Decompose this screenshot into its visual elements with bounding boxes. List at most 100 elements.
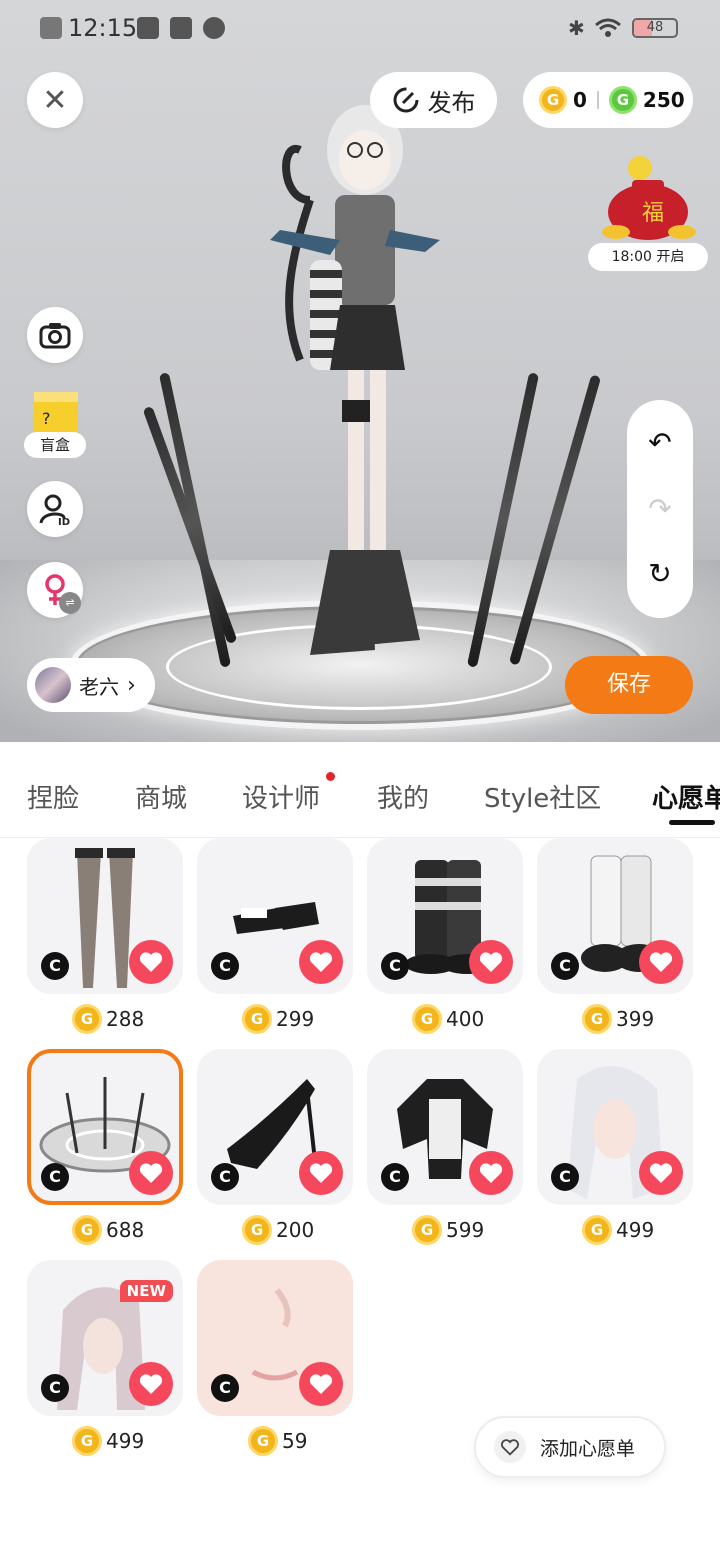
item-price: G 499 [582, 1215, 654, 1245]
wishlist-heart-button[interactable] [299, 1362, 343, 1406]
tab-style-community[interactable]: Style社区 [484, 778, 601, 815]
heart-icon [479, 952, 503, 972]
heart-icon [309, 1163, 333, 1183]
blind-box-label[interactable]: 盲盒 [24, 432, 86, 458]
gold-coin-icon: G [242, 1004, 272, 1034]
battery-icon: 48 [632, 18, 678, 38]
status-bar: 12:15 ✱ 48 [0, 0, 720, 56]
heart-icon [479, 1163, 503, 1183]
heart-icon [309, 952, 333, 972]
add-wishlist-button[interactable]: 添加心愿单 [474, 1416, 666, 1478]
creator-badge-icon: C [41, 1163, 69, 1191]
camera-button[interactable] [27, 307, 83, 363]
item-price: G 499 [72, 1426, 144, 1456]
status-time: 12:15 [68, 14, 138, 42]
tab-designer[interactable]: 设计师 [242, 778, 320, 815]
publish-button[interactable]: 发布 [370, 72, 497, 128]
user-profile-pill[interactable]: 老六 › [27, 658, 155, 712]
wifi-icon [594, 17, 622, 39]
creator-badge-icon: C [41, 1374, 69, 1402]
redo-icon[interactable]: ↷ [644, 493, 676, 525]
tab-shop[interactable]: 商城 [135, 778, 187, 815]
gold-coin-icon: G [412, 1004, 442, 1034]
svg-text:福: 福 [642, 201, 664, 226]
item-price: G 200 [242, 1215, 314, 1245]
item-price: G 59 [248, 1426, 307, 1456]
gold-coin-icon: G [72, 1215, 102, 1245]
notification-dot [326, 772, 335, 781]
item-card[interactable]: NEW C [27, 1260, 183, 1416]
close-notification-icon [40, 17, 62, 39]
creator-badge-icon: C [381, 1163, 409, 1191]
publish-icon [393, 87, 418, 113]
tab-wishlist[interactable]: 心愿单 [652, 778, 720, 815]
wishlist-heart-button[interactable] [299, 1151, 343, 1195]
new-badge: NEW [119, 1280, 173, 1302]
wishlist-heart-button[interactable] [469, 1151, 513, 1195]
wishlist-heart-button[interactable] [299, 940, 343, 984]
gold-coin-icon: G [412, 1215, 442, 1245]
item-price: G 400 [412, 1004, 484, 1034]
publish-label: 发布 [427, 88, 476, 117]
creator-badge-icon: C [551, 1163, 579, 1191]
item-card[interactable]: C [197, 1260, 353, 1416]
gold-coin-icon: G [248, 1426, 278, 1456]
category-tabs: 捏脸 商城 设计师 我的 Style社区 心愿单 [0, 742, 720, 838]
avatar-id-button[interactable]: ID [27, 481, 83, 537]
item-card[interactable]: C [197, 838, 353, 994]
save-button[interactable]: 保存 [565, 656, 693, 714]
gold-coin-icon: G [72, 1426, 102, 1456]
chevron-right-icon: › [127, 672, 136, 698]
creator-badge-icon: C [211, 1374, 239, 1402]
wishlist-heart-button[interactable] [129, 940, 173, 984]
lucky-bag-time: 18:00 开启 [588, 243, 708, 271]
user-name: 老六 [79, 674, 119, 699]
heart-icon [309, 1374, 333, 1394]
item-card[interactable]: C [367, 838, 523, 994]
item-card[interactable]: C [537, 838, 693, 994]
item-price: G 288 [72, 1004, 144, 1034]
item-card-selected[interactable]: C [27, 1049, 183, 1205]
wishlist-heart-button[interactable] [469, 940, 513, 984]
currency-balance[interactable]: G 0 G 250 [523, 72, 693, 128]
heart-icon [649, 1163, 673, 1183]
camera-icon [39, 323, 71, 349]
svg-text:ID: ID [58, 517, 70, 526]
add-wishlist-label: 添加心愿单 [540, 1437, 636, 1460]
item-card[interactable]: C [197, 1049, 353, 1205]
item-price: G 599 [412, 1215, 484, 1245]
green-coin-icon: G [608, 86, 637, 114]
tab-mine[interactable]: 我的 [377, 778, 429, 815]
active-tab-indicator [669, 820, 715, 825]
user-id-icon: ID [39, 494, 70, 526]
wishlist-heart-button[interactable] [129, 1151, 173, 1195]
avatar-scene[interactable]: 12:15 ✱ 48 ✕ 发布 G 0 G 250 福 18:00 开启 ? 盲… [0, 0, 720, 742]
gold-coin-icon: G [582, 1215, 612, 1245]
close-button[interactable]: ✕ [27, 72, 83, 128]
play-icon [203, 17, 225, 39]
wishlist-heart-button[interactable] [639, 940, 683, 984]
item-price: G 299 [242, 1004, 314, 1034]
lucky-bag-icon[interactable]: 福 [596, 150, 700, 242]
item-card[interactable]: C [27, 838, 183, 994]
creator-badge-icon: C [41, 952, 69, 980]
creator-badge-icon: C [551, 952, 579, 980]
green-coin-count: 250 [642, 88, 685, 112]
tab-face[interactable]: 捏脸 [27, 778, 79, 815]
item-card[interactable]: C [537, 1049, 693, 1205]
gender-switch-button[interactable]: ⇌ [27, 562, 83, 618]
creator-badge-icon: C [211, 952, 239, 980]
item-price: G 688 [72, 1215, 144, 1245]
history-panel: ↶ ↷ ↻ [627, 400, 693, 618]
wishlist-heart-button[interactable] [639, 1151, 683, 1195]
undo-icon[interactable]: ↶ [644, 427, 676, 459]
svg-text:?: ? [42, 409, 51, 428]
heart-icon [649, 952, 673, 972]
item-price: G 399 [582, 1004, 654, 1034]
wishlist-heart-button[interactable] [129, 1362, 173, 1406]
close-icon: ✕ [42, 82, 68, 118]
item-card[interactable]: C [367, 1049, 523, 1205]
gold-coin-icon: G [72, 1004, 102, 1034]
reset-icon[interactable]: ↻ [644, 558, 676, 590]
gold-coin-icon: G [582, 1004, 612, 1034]
